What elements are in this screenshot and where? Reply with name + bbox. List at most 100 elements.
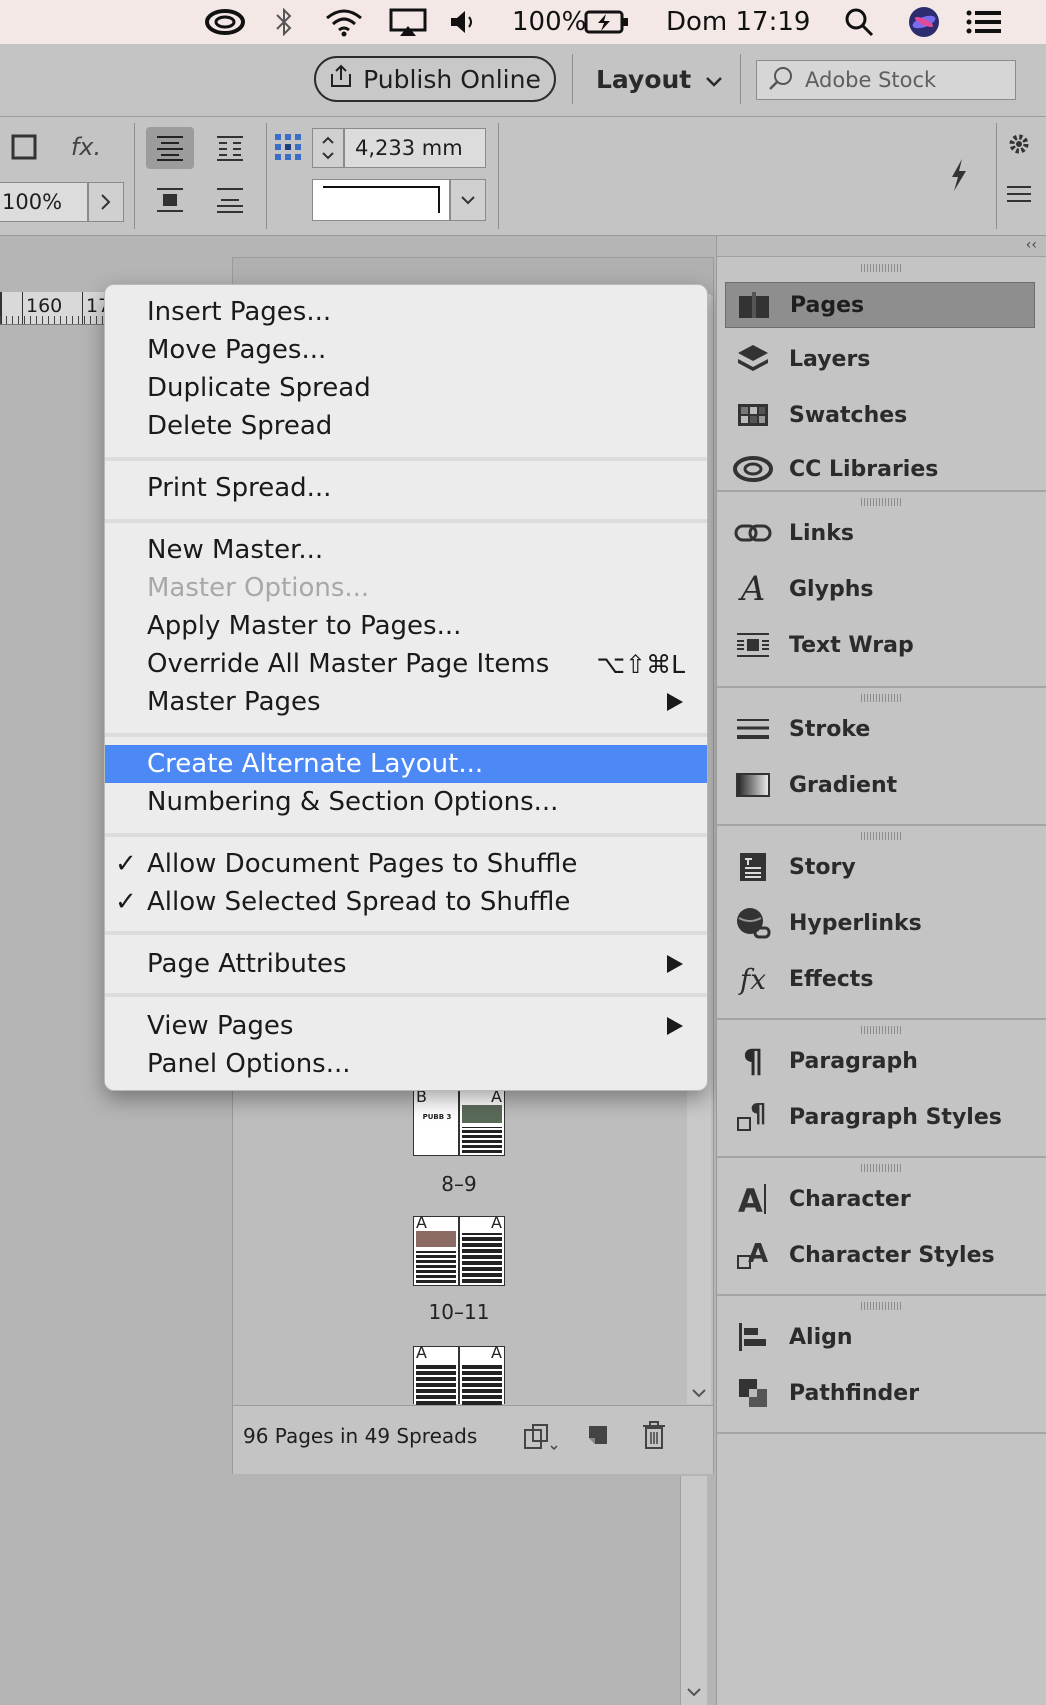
dock-item-glyphs[interactable]: A Glyphs [725, 566, 1035, 612]
page-thumbnail[interactable]: A [459, 1343, 505, 1405]
submenu-arrow-icon [667, 1017, 683, 1035]
workspace-label: Layout [596, 64, 692, 94]
dock-item-layers[interactable]: Layers [725, 336, 1035, 382]
gear-icon[interactable] [1004, 129, 1034, 159]
dock-item-align[interactable]: Align [725, 1314, 1035, 1360]
airplay-icon[interactable] [388, 0, 428, 44]
dock-item-label: Align [789, 1324, 853, 1350]
dock-item-gradient[interactable]: Gradient [725, 762, 1035, 808]
new-page-icon[interactable] [585, 1422, 615, 1452]
page-thumbnail[interactable]: A [459, 1087, 505, 1156]
align-center-text-icon[interactable] [146, 127, 194, 169]
story-icon [733, 847, 773, 887]
drag-grip[interactable] [861, 694, 901, 702]
quick-apply-icon[interactable] [940, 153, 976, 197]
drag-grip[interactable] [861, 498, 901, 506]
paragraph-styles-icon: ¶ [733, 1097, 773, 1137]
dock-item-label: Character [789, 1186, 911, 1212]
battery-icon[interactable] [584, 0, 630, 44]
drag-grip[interactable] [861, 832, 901, 840]
divider [996, 123, 997, 229]
panel-menu-icon[interactable] [1004, 179, 1034, 209]
dock-group: Align Pathfinder [717, 1296, 1046, 1434]
horizontal-ruler: 160 17 [0, 292, 110, 325]
menu-item-insert-pages[interactable]: Insert Pages... [105, 293, 707, 331]
edit-page-size-icon[interactable] [523, 1422, 559, 1452]
reference-point-icon[interactable] [272, 131, 304, 163]
dock-item-label: Paragraph [789, 1048, 918, 1074]
menu-item-label: Numbering & Section Options... [147, 787, 559, 817]
align-bottom-icon[interactable] [206, 179, 254, 221]
menu-item-allow-spread-shuffle[interactable]: ✓ Allow Selected Spread to Shuffle [105, 883, 707, 921]
dock-item-text-wrap[interactable]: Text Wrap [725, 622, 1035, 668]
menu-item-numbering-section-options[interactable]: Numbering & Section Options... [105, 783, 707, 821]
dock-item-cc-libraries[interactable]: CC Libraries [725, 446, 1035, 492]
spotlight-search-icon[interactable] [844, 0, 874, 44]
workspace-switcher[interactable]: Layout [596, 58, 723, 100]
menu-item-delete-spread[interactable]: Delete Spread [105, 407, 707, 445]
dock-item-effects[interactable]: fx Effects [725, 956, 1035, 1002]
publish-online-button[interactable]: Publish Online [314, 56, 556, 102]
fx-effects-button[interactable]: fx. [66, 129, 106, 165]
vertical-justify-icon[interactable] [146, 179, 194, 221]
notification-center-icon[interactable] [966, 0, 1002, 44]
siri-icon[interactable] [908, 0, 940, 44]
menu-item-master-pages[interactable]: Master Pages [105, 683, 707, 721]
dock-item-pathfinder[interactable]: Pathfinder [725, 1370, 1035, 1416]
dock-item-swatches[interactable]: Swatches [725, 392, 1035, 438]
dock-item-pages[interactable]: Pages [725, 282, 1035, 328]
menu-item-override-master-items[interactable]: Override All Master Page Items ⌥⇧⌘L [105, 645, 707, 683]
page-thumbnail[interactable]: A [413, 1343, 459, 1405]
frame-fill-icon[interactable] [8, 131, 40, 163]
dock-item-stroke[interactable]: Stroke [725, 706, 1035, 752]
adobe-stock-search-input[interactable]: Adobe Stock [756, 60, 1016, 100]
menu-item-duplicate-spread[interactable]: Duplicate Spread [105, 369, 707, 407]
zoom-field[interactable]: 100% [0, 182, 88, 222]
page-thumbnail[interactable]: B PUBB 3 [413, 1087, 459, 1156]
wifi-icon[interactable] [324, 0, 364, 44]
drag-grip[interactable] [861, 1302, 901, 1310]
zoom-next-button[interactable] [88, 182, 124, 222]
page-thumbnail[interactable]: A [459, 1213, 505, 1286]
dock-item-hyperlinks[interactable]: Hyperlinks [725, 900, 1035, 946]
master-label: A [416, 1343, 427, 1362]
clock[interactable]: Dom 17:19 [666, 0, 810, 44]
menu-item-apply-master[interactable]: Apply Master to Pages... [105, 607, 707, 645]
bluetooth-icon[interactable] [272, 0, 296, 44]
dock-item-story[interactable]: Story [725, 844, 1035, 890]
menu-separator [105, 519, 707, 523]
stroke-style-field[interactable] [312, 179, 450, 221]
trash-icon[interactable] [641, 1420, 671, 1452]
collapse-dock-button[interactable]: ‹‹ [717, 236, 1046, 257]
dock-item-links[interactable]: Links [725, 510, 1035, 556]
master-label: A [416, 1213, 427, 1232]
volume-icon[interactable] [448, 0, 478, 44]
menu-item-create-alternate-layout[interactable]: Create Alternate Layout... [105, 745, 707, 783]
spacing-stepper[interactable] [312, 128, 344, 168]
creative-cloud-icon[interactable] [204, 0, 246, 44]
dock-group: ¶ Paragraph ¶ Paragraph Styles [717, 1020, 1046, 1158]
menu-item-allow-document-shuffle[interactable]: ✓ Allow Document Pages to Shuffle [105, 845, 707, 883]
chevron-down-icon[interactable] [450, 179, 486, 221]
drag-grip[interactable] [861, 1164, 901, 1172]
menu-item-new-master[interactable]: New Master... [105, 531, 707, 569]
menu-item-label: Insert Pages... [147, 297, 332, 327]
page-thumbnail[interactable]: A [413, 1213, 459, 1286]
dock-item-character-styles[interactable]: A Character Styles [725, 1232, 1035, 1278]
menu-item-view-pages[interactable]: View Pages [105, 1007, 707, 1045]
spread-number: 8–9 [441, 1172, 477, 1196]
menu-item-page-attributes[interactable]: Page Attributes [105, 945, 707, 983]
drag-grip[interactable] [861, 264, 901, 272]
pages-panel-context-menu: Insert Pages... Move Pages... Duplicate … [104, 284, 708, 1091]
text-columns-icon[interactable] [206, 127, 254, 169]
dock-item-paragraph-styles[interactable]: ¶ Paragraph Styles [725, 1094, 1035, 1140]
scrollbar[interactable] [680, 1476, 707, 1705]
spacing-field[interactable]: 4,233 mm [344, 128, 486, 168]
menu-item-print-spread[interactable]: Print Spread... [105, 469, 707, 507]
drag-grip[interactable] [861, 1026, 901, 1034]
menu-item-panel-options[interactable]: Panel Options... [105, 1045, 707, 1083]
menu-item-label: Master Pages [147, 687, 321, 717]
dock-item-paragraph[interactable]: ¶ Paragraph [725, 1038, 1035, 1084]
menu-item-move-pages[interactable]: Move Pages... [105, 331, 707, 369]
dock-item-character[interactable]: A Character [725, 1176, 1035, 1222]
